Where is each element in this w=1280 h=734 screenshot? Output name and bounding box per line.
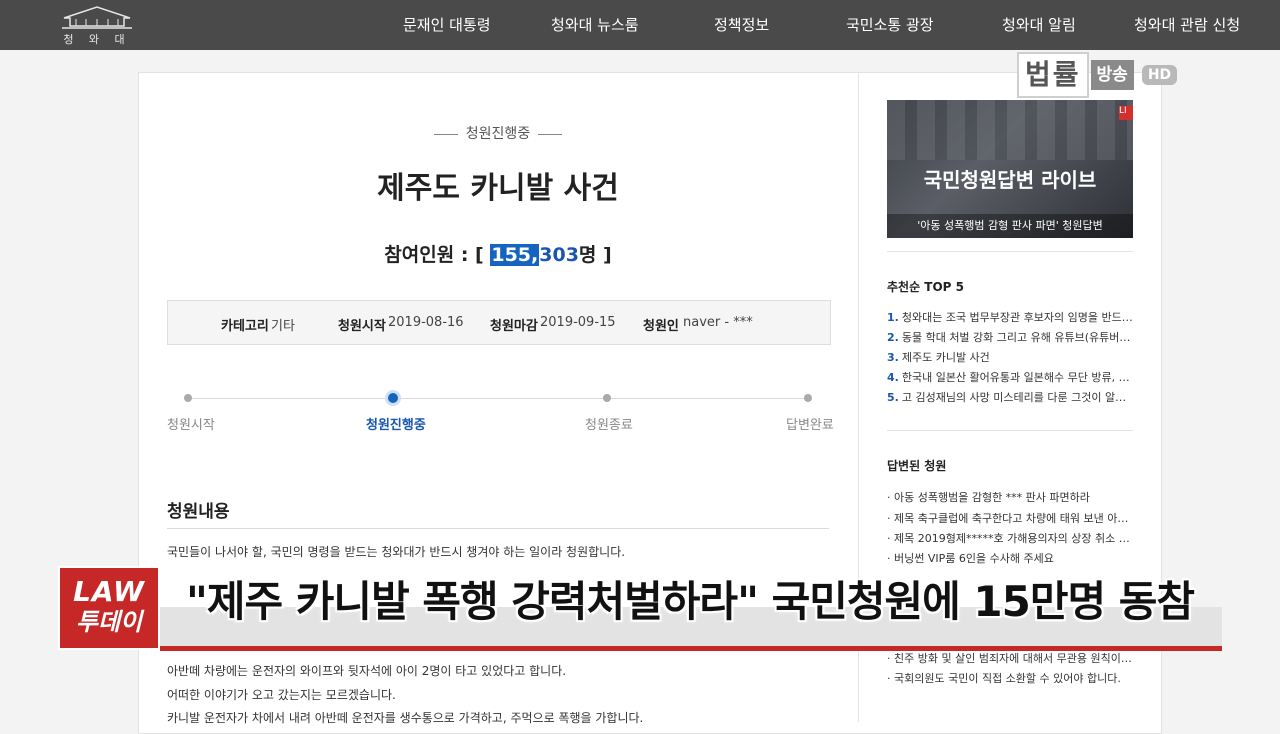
step-label-in-progress: 청원진행중 [366, 418, 426, 433]
step-dot-closed [603, 394, 611, 402]
law-logo-line2: 투데이 [75, 608, 143, 636]
participants-number-selected: 155, [490, 244, 540, 266]
rank-number: 5. [887, 391, 899, 404]
petition-status-text: 청원진행중 [465, 126, 531, 142]
content-rule [167, 528, 829, 529]
thumbnail-background [887, 100, 1133, 160]
live-caption: 국민청원답변 라이브 [923, 168, 1097, 192]
blue-house-roof-icon [62, 6, 132, 29]
recommend-text: 한국내 일본산 활어유통과 일본해수 무단 방류, 무… [901, 371, 1133, 384]
answered-item[interactable]: · 제목 2019형제*****호 가해용의자의 상장 취소 및… [887, 530, 1133, 546]
chyron-red-bar [160, 646, 1222, 651]
step-label-closed: 청원종료 [585, 418, 633, 433]
nav-newsroom[interactable]: 청와대 뉴스룸 [551, 14, 639, 35]
step-dot-answered [804, 394, 812, 402]
content-line: 국민들이 나서야 할, 국민의 명령을 받드는 청와대가 반드시 챙겨야 하는 … [167, 545, 626, 559]
dash-left [433, 133, 458, 135]
content-line: 카니발 운전자가 차에서 내려 아반떼 운전자를 생수통으로 가격하고, 주먹으… [167, 711, 644, 725]
content-heading: 청원내용 [167, 502, 230, 522]
answered-item[interactable]: · 아동 성폭행범을 감형한 *** 판사 파면하라 [887, 489, 1133, 505]
hd-badge: HD [1141, 65, 1178, 85]
end-date-label: 청원마감 [490, 319, 538, 334]
progress-track [188, 398, 808, 399]
law-today-logo: LAW 투데이 [58, 566, 160, 650]
category-label: 카테고리 [221, 319, 269, 334]
rank-number: 3. [887, 351, 899, 364]
start-date-value: 2019-08-16 [388, 315, 464, 330]
petition-info-box: 카테고리 기타 청원시작 2019-08-16 청원마감 2019-09-15 … [167, 300, 831, 345]
participants-unit: 명 ] [578, 244, 612, 266]
rank-number: 4. [887, 371, 899, 384]
petition-title: 제주도 카니발 사건 [377, 171, 619, 206]
end-date-value: 2019-09-15 [540, 315, 616, 330]
answered-item[interactable]: · 국회의원도 국민이 직접 소환할 수 있어야 합니다. [887, 670, 1133, 686]
category-value: 기타 [271, 319, 295, 334]
recommend-item[interactable]: 5. 고 김성재님의 사망 미스테리를 다룬 그것이 알고… [887, 389, 1133, 405]
brand-main: 법률 [1017, 52, 1089, 98]
broadcaster-logo: 법률 방송 HD [1017, 52, 1178, 98]
recommend-text: 고 김성재님의 사망 미스테리를 다룬 그것이 알고… [901, 391, 1133, 404]
participants-label: 참여인원 : [ [384, 244, 484, 266]
petition-status: 청원진행중 [138, 123, 858, 143]
answered-heading: 답변된 청원 [887, 459, 947, 473]
answered-item[interactable]: · 친주 방화 및 살인 범죄자에 대해서 무관용 원칙이… [887, 650, 1133, 666]
logo-text: 청 와 대 [63, 33, 131, 46]
recommend-text: 청와대는 조국 법무부장관 후보자의 임명을 반드시 … [901, 311, 1133, 324]
rank-number: 1. [887, 311, 899, 324]
news-headline: "제주 카니발 폭행 강력처벌하라" 국민청원에 15만명 동참 [186, 577, 1195, 626]
live-answer-thumbnail[interactable]: LI 국민청원답변 라이브 '아동 성폭행범 감형 판사 파면' 청원답변 [887, 100, 1133, 238]
recommend-item[interactable]: 2. 동물 학대 처벌 강화 그리고 유해 유튜브(유튜버 **… [887, 329, 1133, 345]
participant-count: 참여인원 : [ 155,303명 ] [138, 240, 858, 267]
recommend-item[interactable]: 3. 제주도 카니발 사건 [887, 349, 1133, 365]
nav-president[interactable]: 문재인 대통령 [403, 14, 491, 35]
author-label: 청원인 [643, 319, 679, 334]
nav-policy-info[interactable]: 정책정보 [714, 14, 769, 35]
nav-communication-plaza[interactable]: 국민소통 광장 [846, 14, 934, 35]
brand-sub: 방송 [1090, 60, 1134, 90]
content-line: 어떠한 이야기가 오고 갔는지는 모르겠습니다. [167, 688, 396, 702]
top-navigation-bar: 청 와 대 문재인 대통령 청와대 뉴스룸 정책정보 국민소통 광장 청와대 알… [0, 0, 1280, 50]
start-date-label: 청원시작 [338, 319, 386, 334]
dash-right [538, 133, 563, 135]
cheongwadae-logo[interactable]: 청 와 대 [58, 4, 136, 46]
recommend-text: 제주도 카니발 사건 [901, 351, 990, 364]
live-badge: LI [1119, 106, 1133, 120]
answered-item[interactable]: · 제목 축구클럽에 축구한다고 차량에 태워 보낸 아… [887, 510, 1133, 526]
recommend-text: 동물 학대 처벌 강화 그리고 유해 유튜브(유튜버 **… [901, 331, 1133, 344]
step-label-answered: 답변완료 [786, 418, 834, 433]
recommend-item[interactable]: 1. 청와대는 조국 법무부장관 후보자의 임명을 반드시 … [887, 309, 1133, 325]
recommend-heading: 추천순 TOP 5 [887, 280, 965, 294]
nav-tour-application[interactable]: 청와대 관람 신청 [1134, 14, 1240, 35]
live-subcaption: '아동 성폭행범 감형 판사 파면' 청원답변 [887, 214, 1133, 238]
step-label-start: 청원시작 [167, 418, 215, 433]
law-logo-line1: LAW [73, 575, 145, 608]
content-line: 아반떼 차량에는 운전자의 와이프와 뒷자석에 아이 2명이 타고 있었다고 합… [167, 664, 567, 678]
participants-number-rest: 303 [539, 244, 579, 266]
sidebar-rule [887, 430, 1133, 431]
recommend-item[interactable]: 4. 한국내 일본산 활어유통과 일본해수 무단 방류, 무… [887, 369, 1133, 385]
step-dot-start [184, 394, 192, 402]
author-value: naver - *** [683, 315, 753, 330]
sidebar-rule [887, 251, 1133, 252]
step-dot-in-progress [388, 393, 398, 403]
nav-notices[interactable]: 청와대 알림 [1002, 14, 1076, 35]
rank-number: 2. [887, 331, 899, 344]
answered-item[interactable]: · 버닝썬 VIP룸 6인을 수사해 주세요 [887, 550, 1133, 566]
